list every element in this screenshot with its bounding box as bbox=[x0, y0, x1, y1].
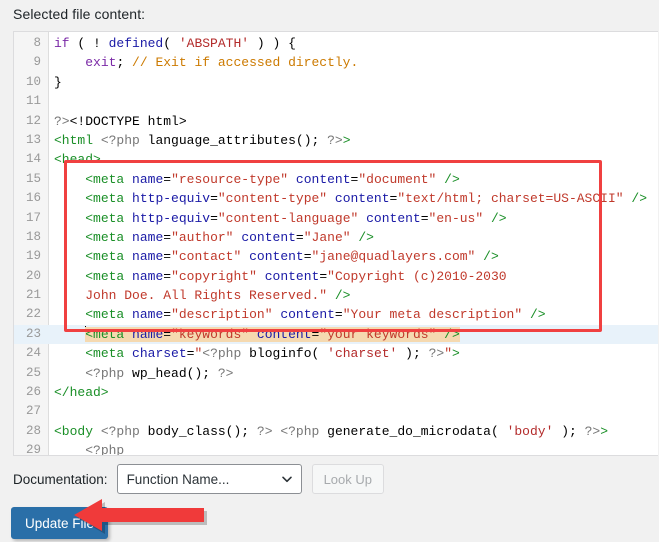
code-line[interactable]: 14 <head> bbox=[14, 150, 658, 169]
code-line[interactable]: 10 } bbox=[14, 73, 658, 92]
line-content: <meta name="resource-type" content="docu… bbox=[85, 171, 460, 187]
code-line[interactable]: 13 <html <?php language_attributes(); ?>… bbox=[14, 131, 658, 150]
line-content: </head> bbox=[54, 385, 109, 401]
line-content: <meta name="description" content="Your m… bbox=[85, 307, 546, 323]
chevron-down-icon bbox=[281, 476, 292, 483]
code-line-active[interactable]: 23 <meta name="keywords" content="your k… bbox=[14, 324, 658, 345]
line-number: 28 bbox=[25, 423, 41, 438]
code-line[interactable]: 20 <meta name="copyright" content="Copyr… bbox=[14, 267, 658, 286]
line-content: <meta name="keywords" content="your keyw… bbox=[85, 325, 460, 342]
look-up-button[interactable]: Look Up bbox=[311, 464, 384, 494]
line-content: <html <?php language_attributes(); ?>> bbox=[54, 132, 351, 148]
code-line[interactable]: 15 <meta name="resource-type" content="d… bbox=[14, 170, 658, 189]
line-content: if ( ! defined( 'ABSPATH' ) ) { bbox=[54, 36, 296, 51]
code-line[interactable]: 17 <meta http-equiv="content-language" c… bbox=[14, 209, 658, 228]
line-number: 27 bbox=[25, 404, 41, 419]
line-number: 13 bbox=[25, 132, 41, 147]
line-number: 11 bbox=[25, 94, 41, 109]
code-line[interactable]: 18 <meta name="author" content="Jane" /> bbox=[14, 228, 658, 247]
line-number: 22 bbox=[25, 307, 41, 322]
line-number: 26 bbox=[25, 385, 41, 400]
line-content: exit; // Exit if accessed directly. bbox=[85, 55, 359, 71]
code-line[interactable]: 11 bbox=[14, 92, 658, 111]
line-number: 15 bbox=[25, 171, 41, 186]
code-editor[interactable]: 8 if ( ! defined( 'ABSPATH' ) ) { 9 exit… bbox=[13, 31, 658, 456]
code-line[interactable]: 27 bbox=[14, 402, 658, 421]
line-content: <meta charset="<?php bloginfo( 'charset'… bbox=[85, 346, 460, 362]
line-number: 17 bbox=[25, 210, 41, 225]
code-line[interactable]: 19 <meta name="contact" content="jane@qu… bbox=[14, 247, 658, 266]
code-line[interactable]: 28 <body <?php body_class(); ?> <?php ge… bbox=[14, 422, 658, 441]
documentation-label: Documentation: bbox=[13, 471, 108, 487]
line-number: 23 bbox=[25, 326, 41, 341]
line-number: 12 bbox=[25, 113, 41, 128]
line-number: 25 bbox=[25, 365, 41, 380]
line-number: 9 bbox=[33, 55, 41, 70]
documentation-select[interactable]: Function Name... bbox=[116, 464, 302, 494]
line-number: 8 bbox=[33, 36, 41, 50]
line-content: <meta name="contact" content="jane@quadl… bbox=[85, 249, 499, 265]
line-content: <body <?php body_class(); ?> <?php gener… bbox=[54, 423, 609, 439]
code-line[interactable]: 12 ?><!DOCTYPE html> bbox=[14, 112, 658, 131]
line-content: <meta name="author" content="Jane" /> bbox=[85, 229, 374, 245]
line-content: <?php wp_head(); ?> bbox=[85, 365, 234, 381]
line-number: 20 bbox=[25, 268, 41, 283]
line-number: 24 bbox=[25, 346, 41, 361]
code-line[interactable]: 29 <?php bbox=[14, 441, 658, 456]
line-content: <meta http-equiv="content-language" cont… bbox=[85, 210, 507, 226]
code-lines[interactable]: 8 if ( ! defined( 'ABSPATH' ) ) { 9 exit… bbox=[14, 34, 658, 456]
code-line[interactable]: 22 <meta name="description" content="You… bbox=[14, 305, 658, 324]
code-line[interactable]: 21 John Doe. All Rights Reserved." /> bbox=[14, 286, 658, 305]
code-line[interactable]: 16 <meta http-equiv="content-type" conte… bbox=[14, 189, 658, 208]
documentation-select-value: Function Name... bbox=[126, 471, 230, 487]
code-line[interactable]: 25 <?php wp_head(); ?> bbox=[14, 364, 658, 383]
line-number: 21 bbox=[25, 288, 41, 303]
line-content: ?><!DOCTYPE html> bbox=[54, 113, 187, 129]
line-content: John Doe. All Rights Reserved." /> bbox=[85, 288, 351, 304]
line-content: <?php bbox=[85, 443, 125, 456]
line-number: 18 bbox=[25, 229, 41, 244]
code-line[interactable]: 8 if ( ! defined( 'ABSPATH' ) ) { bbox=[14, 34, 658, 53]
line-content: <head> bbox=[54, 152, 101, 168]
documentation-row: Documentation: Function Name... Look Up bbox=[13, 464, 384, 494]
line-content: <meta name="copyright" content="Copyrigh… bbox=[85, 268, 507, 284]
line-number: 10 bbox=[25, 74, 41, 89]
codemirror-surface[interactable]: 8 if ( ! defined( 'ABSPATH' ) ) { 9 exit… bbox=[14, 32, 658, 455]
line-content: } bbox=[54, 74, 62, 90]
code-line[interactable]: 26 </head> bbox=[14, 383, 658, 402]
file-editor-screen: Selected file content: 8 if ( ! defined(… bbox=[0, 0, 659, 542]
selected-file-content-label: Selected file content: bbox=[13, 6, 146, 22]
line-content: <meta http-equiv="content-type" content=… bbox=[85, 191, 647, 207]
update-file-button[interactable]: Update File bbox=[11, 507, 109, 539]
code-line[interactable]: 24 <meta charset="<?php bloginfo( 'chars… bbox=[14, 344, 658, 363]
line-number: 16 bbox=[25, 191, 41, 206]
line-number: 29 bbox=[25, 443, 41, 456]
code-line[interactable]: 9 exit; // Exit if accessed directly. bbox=[14, 53, 658, 72]
line-number: 19 bbox=[25, 249, 41, 264]
line-number: 14 bbox=[25, 152, 41, 167]
